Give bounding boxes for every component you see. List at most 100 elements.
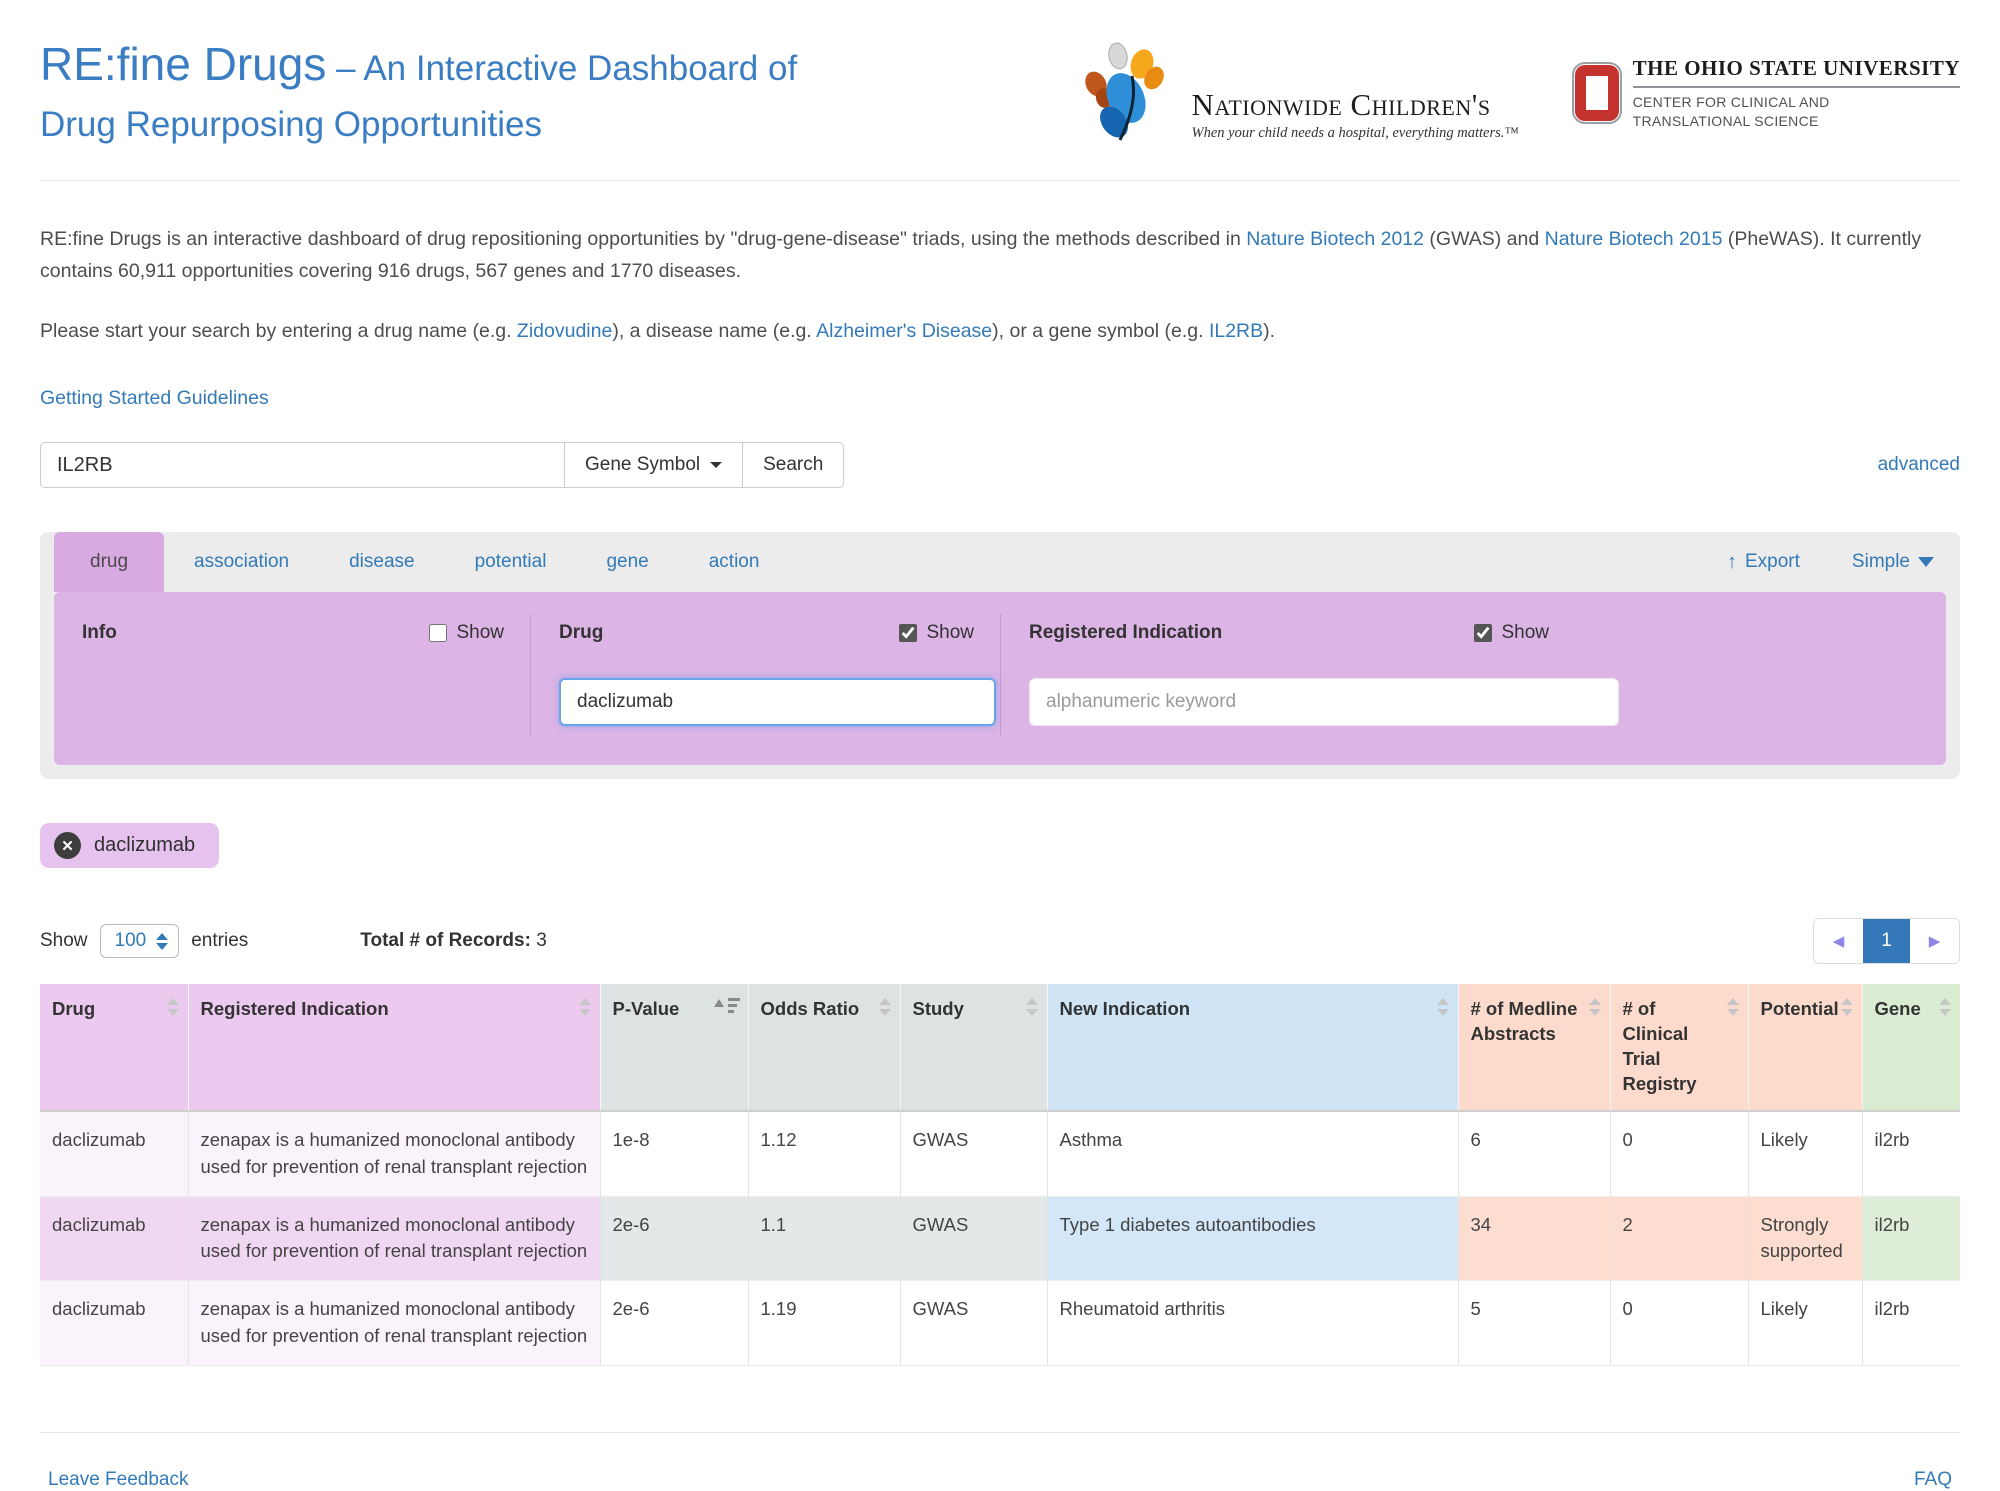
search-button[interactable]: Search [743, 442, 844, 488]
column-header-odds-ratio[interactable]: Odds Ratio [748, 984, 900, 1111]
drug-filter-label: Drug [559, 622, 603, 644]
column-label: New Indication [1060, 998, 1191, 1019]
cell-gene: il2rb [1862, 1111, 1960, 1196]
cell-gene: il2rb [1862, 1196, 1960, 1281]
column-header-potential[interactable]: Potential [1748, 984, 1862, 1111]
filter-column-registered-indication: Registered Indication Show [1000, 614, 1700, 737]
column-header-drug[interactable]: Drug [40, 984, 188, 1111]
sort-icon[interactable] [1841, 998, 1853, 1016]
results-tabs-wrapper: drug association disease potential gene … [40, 532, 1960, 779]
column-header-registered-indication[interactable]: Registered Indication [188, 984, 600, 1111]
alzheimers-example-link[interactable]: Alzheimer's Disease [816, 320, 992, 342]
sort-icon[interactable] [1026, 998, 1038, 1016]
cell-new-indication: Type 1 diabetes autoantibodies [1047, 1196, 1458, 1281]
entries-value: 100 [115, 930, 147, 952]
column-header-medline-abstracts[interactable]: # of Medline Abstracts [1458, 984, 1610, 1111]
page-title: RE:fine Drugs – An Interactive Dashboard… [40, 30, 797, 152]
page-title-main: RE:fine Drugs [40, 38, 326, 90]
cell-medline-abstracts: 34 [1458, 1196, 1610, 1281]
registered-indication-show-toggle: Show [1474, 622, 1549, 644]
sort-icon[interactable] [1939, 998, 1951, 1016]
sort-icon[interactable] [167, 998, 179, 1016]
export-button[interactable]: ↑ Export [1727, 551, 1800, 574]
tab-potential[interactable]: potential [445, 532, 577, 592]
cell-drug: daclizumab [40, 1111, 188, 1196]
column-label: # of Medline Abstracts [1471, 998, 1578, 1044]
table-row: daclizumab zenapax is a humanized monocl… [40, 1281, 1960, 1366]
remove-filter-icon[interactable]: ✕ [54, 832, 81, 859]
sort-icon[interactable] [1589, 998, 1601, 1016]
intro-text: ), a disease name (e.g. [612, 320, 816, 342]
osu-logo: The Ohio State University CENTER FOR CLI… [1575, 56, 1960, 129]
pagination: ◀ 1 ▶ [1813, 918, 1960, 964]
tab-gene[interactable]: gene [576, 532, 678, 592]
cell-clinical-trial-registry: 0 [1610, 1111, 1748, 1196]
logos: Nationwide Children's When your child ne… [1080, 30, 1961, 148]
tab-nav-right: ↑ Export Simple [1727, 532, 1946, 592]
table-row: daclizumab zenapax is a humanized monocl… [40, 1196, 1960, 1281]
leave-feedback-link[interactable]: Leave Feedback [48, 1469, 189, 1491]
cell-odds-ratio: 1.1 [748, 1196, 900, 1281]
cell-medline-abstracts: 6 [1458, 1111, 1610, 1196]
sort-icon[interactable] [1727, 998, 1739, 1016]
nature-biotech-2012-link[interactable]: Nature Biotech 2012 [1246, 228, 1424, 250]
faq-link[interactable]: FAQ [1914, 1469, 1952, 1491]
advanced-link[interactable]: advanced [1878, 454, 1960, 476]
nationwide-name: Nationwide Children's [1192, 87, 1519, 123]
drug-filter-input[interactable] [559, 678, 996, 726]
drug-show-checkbox[interactable] [899, 624, 917, 642]
filter-chip-daclizumab[interactable]: ✕ daclizumab [40, 823, 219, 868]
tab-disease[interactable]: disease [319, 532, 445, 592]
search-input[interactable] [40, 442, 565, 488]
entries-select[interactable]: 100 [100, 924, 180, 958]
masthead: RE:fine Drugs – An Interactive Dashboard… [40, 0, 1960, 152]
page-1-button[interactable]: 1 [1863, 919, 1910, 963]
registered-indication-filter-input[interactable] [1029, 678, 1619, 726]
il2rb-example-link[interactable]: IL2RB [1209, 320, 1263, 342]
info-show-checkbox[interactable] [429, 624, 447, 642]
column-header-study[interactable]: Study [900, 984, 1047, 1111]
sort-icon[interactable] [879, 998, 891, 1016]
next-page-button[interactable]: ▶ [1910, 919, 1959, 963]
nationwide-childrens-logo: Nationwide Children's When your child ne… [1080, 38, 1519, 148]
prev-page-button[interactable]: ◀ [1814, 919, 1863, 963]
column-header-gene[interactable]: Gene [1862, 984, 1960, 1111]
cell-p-value: 2e-6 [600, 1196, 748, 1281]
drug-show-toggle: Show [899, 622, 974, 644]
column-header-new-indication[interactable]: New Indication [1047, 984, 1458, 1111]
cell-registered-indication: zenapax is a humanized monoclonal antibo… [188, 1196, 600, 1281]
intro-paragraph-1: RE:fine Drugs is an interactive dashboar… [40, 223, 1960, 287]
nature-biotech-2015-link[interactable]: Nature Biotech 2015 [1545, 228, 1723, 250]
show-label: Show [1501, 622, 1549, 644]
column-header-clinical-trial-registry[interactable]: # of Clinical Trial Registry [1610, 984, 1748, 1111]
cell-potential: Strongly supported [1748, 1196, 1862, 1281]
column-header-p-value[interactable]: P-Value [600, 984, 748, 1111]
cell-odds-ratio: 1.12 [748, 1111, 900, 1196]
sort-icon[interactable] [1437, 998, 1449, 1016]
cell-clinical-trial-registry: 2 [1610, 1196, 1748, 1281]
chevron-down-icon [1918, 557, 1934, 567]
cell-new-indication: Rheumatoid arthritis [1047, 1281, 1458, 1366]
sort-asc-icon[interactable] [714, 998, 740, 1013]
search-type-dropdown[interactable]: Gene Symbol [565, 442, 743, 488]
registered-indication-show-checkbox[interactable] [1474, 624, 1492, 642]
sort-icon[interactable] [579, 998, 591, 1016]
view-mode-label: Simple [1852, 551, 1910, 573]
zidovudine-example-link[interactable]: Zidovudine [517, 320, 612, 342]
cell-study: GWAS [900, 1281, 1047, 1366]
getting-started-guidelines-link[interactable]: Getting Started Guidelines [40, 387, 269, 410]
footer: Leave Feedback FAQ [40, 1433, 1960, 1491]
intro-paragraph-2: Please start your search by entering a d… [40, 315, 1960, 347]
cell-study: GWAS [900, 1111, 1047, 1196]
cell-p-value: 2e-6 [600, 1281, 748, 1366]
cell-odds-ratio: 1.19 [748, 1281, 900, 1366]
intro-text: (GWAS) and [1424, 228, 1545, 250]
show-label: Show [926, 622, 974, 644]
tab-drug[interactable]: drug [54, 532, 164, 592]
intro-text: ), or a gene symbol (e.g. [992, 320, 1209, 342]
title-divider [40, 180, 1960, 181]
tab-action[interactable]: action [679, 532, 790, 592]
tab-association[interactable]: association [164, 532, 319, 592]
view-mode-dropdown[interactable]: Simple [1852, 551, 1934, 573]
osu-name: The Ohio State University [1633, 56, 1960, 88]
